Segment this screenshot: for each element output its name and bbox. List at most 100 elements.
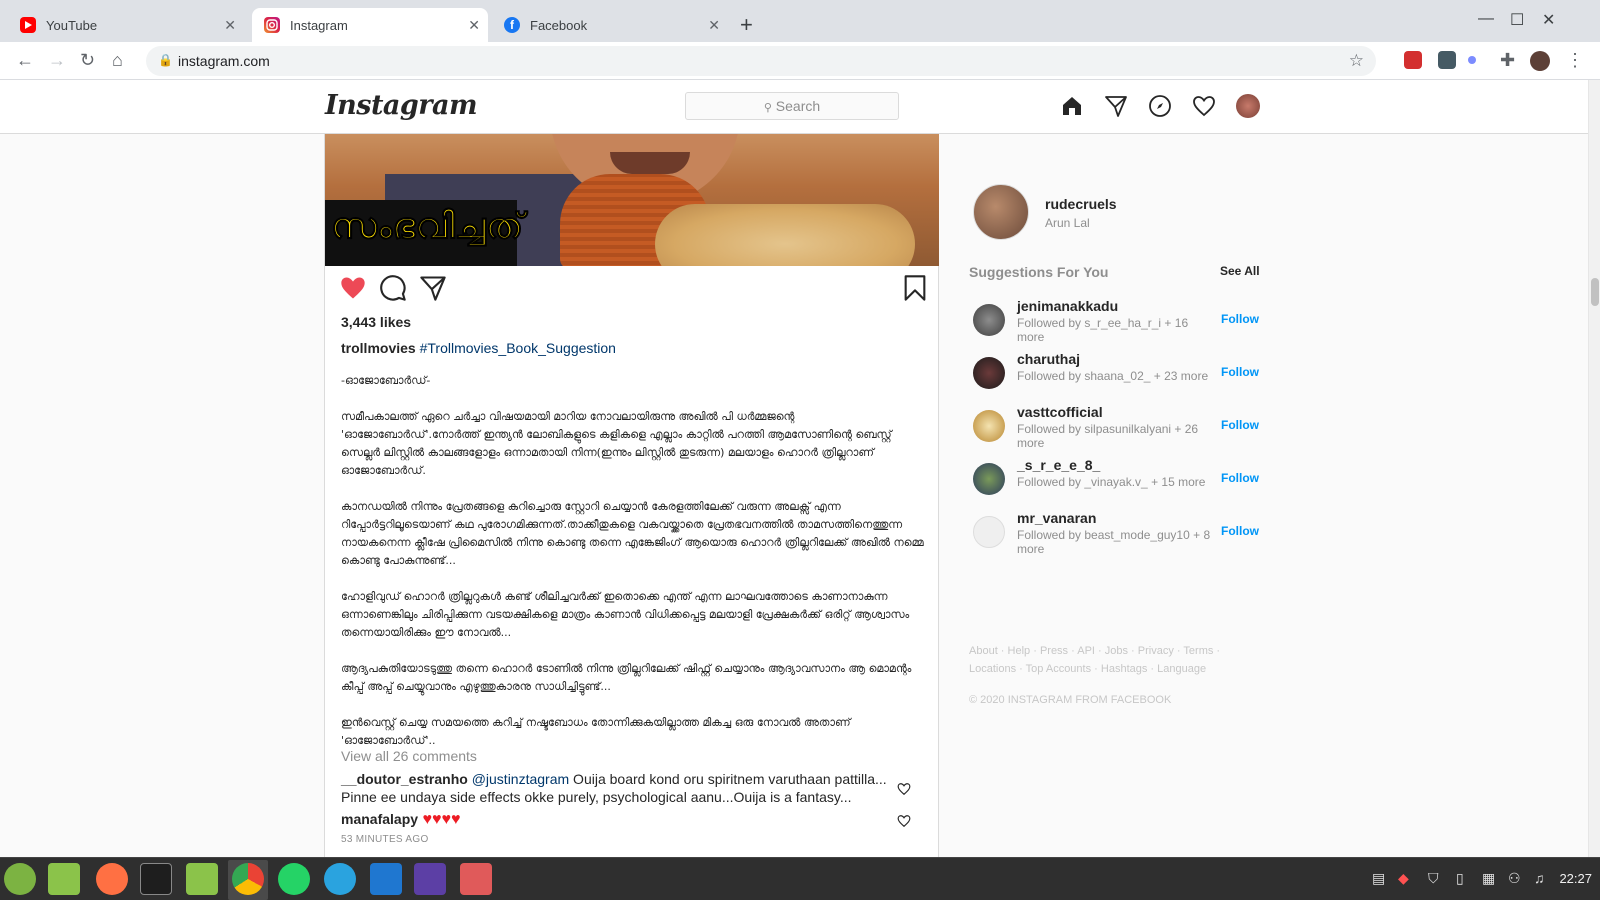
search-input[interactable]: ⚲ Search — [685, 92, 899, 120]
suggestion-username[interactable]: mr_vanaran — [1017, 510, 1096, 526]
extensions-puzzle-icon[interactable]: ✚ — [1500, 50, 1515, 71]
menu-icon[interactable]: ⋮ — [1566, 50, 1584, 71]
extension-icon[interactable] — [1468, 56, 1476, 64]
page-scrollbar[interactable] — [1588, 80, 1600, 857]
telegram-icon[interactable] — [324, 863, 356, 895]
avatar[interactable] — [973, 463, 1005, 495]
profile-avatar[interactable] — [1530, 51, 1550, 71]
footer-link-press[interactable]: Press — [1040, 645, 1068, 657]
avatar[interactable] — [973, 304, 1005, 336]
chrome-icon[interactable] — [232, 863, 264, 895]
avatar[interactable] — [973, 410, 1005, 442]
start-menu-icon[interactable] — [4, 863, 36, 895]
comment-author[interactable]: manafalapy — [341, 811, 418, 827]
extension-icon[interactable] — [1404, 51, 1422, 69]
follow-button[interactable]: Follow — [1221, 418, 1259, 432]
share-icon[interactable] — [419, 274, 447, 302]
avatar[interactable] — [973, 357, 1005, 389]
tab-instagram[interactable]: Instagram ✕ — [252, 8, 488, 42]
activity-heart-icon[interactable] — [1192, 94, 1216, 118]
comment-mention[interactable]: @justinztagram — [472, 771, 569, 787]
whatsapp-icon[interactable] — [278, 863, 310, 895]
footer-link-api[interactable]: API — [1077, 645, 1095, 657]
explore-compass-icon[interactable] — [1148, 94, 1172, 118]
save-bookmark-icon[interactable] — [901, 274, 929, 302]
home-icon[interactable] — [1060, 94, 1084, 118]
profile-username[interactable]: rudecruels — [1045, 196, 1117, 212]
post-hashtag[interactable]: #Trollmovies_Book_Suggestion — [420, 340, 616, 356]
suggestion-item: vasttcofficial Followed by silpasunilkal… — [969, 404, 1269, 456]
suggestion-username[interactable]: vasttcofficial — [1017, 404, 1103, 420]
footer-link-terms[interactable]: Terms — [1183, 645, 1213, 657]
direct-message-icon[interactable] — [1104, 94, 1128, 118]
reload-icon[interactable]: ↻ — [80, 50, 95, 71]
post-timestamp[interactable]: 53 MINUTES AGO — [341, 834, 429, 845]
footer-link-hashtags[interactable]: Hashtags — [1101, 663, 1147, 675]
scrollbar-thumb[interactable] — [1591, 278, 1599, 306]
comment-like-icon[interactable] — [897, 782, 911, 796]
footer-link-about[interactable]: About — [969, 645, 998, 657]
instagram-logo[interactable]: Instagram — [325, 90, 478, 121]
close-tab-icon[interactable]: ✕ — [708, 17, 720, 34]
profile-avatar[interactable] — [973, 184, 1029, 240]
comment-icon[interactable] — [379, 274, 407, 302]
comment-text: ♥♥♥♥ — [418, 811, 461, 828]
footer-link-language[interactable]: Language — [1157, 663, 1206, 675]
suggestion-username[interactable]: _s_r_e_e_8_ — [1017, 457, 1100, 473]
facebook-icon: f — [504, 17, 520, 33]
footer-link-locations[interactable]: Locations — [969, 663, 1016, 675]
notes-icon[interactable]: ▦ — [1482, 870, 1495, 887]
vscode-icon[interactable] — [370, 863, 402, 895]
follow-button[interactable]: Follow — [1221, 524, 1259, 538]
footer-link-jobs[interactable]: Jobs — [1105, 645, 1128, 657]
network-icon[interactable]: ⚇ — [1508, 870, 1521, 887]
post-author[interactable]: trollmovies — [341, 340, 416, 356]
shield-icon[interactable]: ⛉ — [1428, 870, 1439, 887]
like-heart-icon[interactable] — [339, 274, 367, 302]
app-icon[interactable] — [460, 863, 492, 895]
feed-post: സംഭവിച്ചത് 3,443 likes trollmovies #Trol… — [324, 134, 939, 857]
media-player-icon[interactable] — [414, 863, 446, 895]
footer-link-top-accounts[interactable]: Top Accounts — [1026, 663, 1091, 675]
firefox-icon[interactable] — [96, 863, 128, 895]
clipboard-icon[interactable]: ▯ — [1456, 870, 1464, 887]
comment-author[interactable]: __doutor_estranho — [341, 771, 468, 787]
bookmark-star-icon[interactable]: ☆ — [1349, 51, 1364, 71]
home-icon[interactable]: ⌂ — [112, 50, 123, 71]
follow-button[interactable]: Follow — [1221, 365, 1259, 379]
minimize-button[interactable]: — — [1478, 10, 1494, 28]
suggestion-username[interactable]: charuthaj — [1017, 351, 1080, 367]
avatar[interactable] — [973, 516, 1005, 548]
tab-facebook[interactable]: f Facebook ✕ — [492, 8, 728, 42]
footer-link-help[interactable]: Help — [1008, 645, 1031, 657]
back-icon[interactable]: ← — [16, 50, 34, 71]
extension-icon[interactable] — [1438, 51, 1456, 69]
see-all-link[interactable]: See All — [1220, 264, 1260, 278]
view-all-comments-link[interactable]: View all 26 comments — [341, 748, 477, 764]
post-image[interactable]: സംഭവിച്ചത് — [325, 134, 939, 266]
comment-like-icon[interactable] — [897, 814, 911, 828]
search-placeholder: Search — [775, 98, 821, 114]
app-tray-icon[interactable]: ◆ — [1398, 870, 1409, 887]
sound-icon[interactable]: ♫ — [1534, 870, 1545, 886]
like-count[interactable]: 3,443 likes — [341, 314, 411, 330]
profile-avatar[interactable] — [1236, 94, 1260, 118]
address-bar[interactable]: 🔒 instagram.com ☆ — [146, 46, 1376, 76]
close-window-button[interactable]: ✕ — [1542, 10, 1555, 30]
clock[interactable]: 22:27 — [1559, 871, 1592, 886]
tab-youtube[interactable]: YouTube ✕ — [8, 8, 244, 42]
suggestion-username[interactable]: jenimanakkadu — [1017, 298, 1118, 314]
maximize-button[interactable]: ☐ — [1510, 10, 1524, 30]
files-icon[interactable] — [186, 863, 218, 895]
close-tab-icon[interactable]: ✕ — [468, 17, 480, 34]
footer-link-privacy[interactable]: Privacy — [1138, 645, 1174, 657]
follow-button[interactable]: Follow — [1221, 471, 1259, 485]
new-tab-button[interactable]: + — [740, 12, 753, 38]
close-tab-icon[interactable]: ✕ — [224, 17, 236, 34]
suggestion-detail: Followed by beast_mode_guy10 + 8 more — [1017, 528, 1211, 556]
show-desktop-icon[interactable] — [48, 863, 80, 895]
forward-icon[interactable]: → — [48, 50, 66, 71]
follow-button[interactable]: Follow — [1221, 312, 1259, 326]
terminal-icon[interactable] — [140, 863, 172, 895]
network-tray-icon[interactable]: ▤ — [1372, 870, 1385, 887]
